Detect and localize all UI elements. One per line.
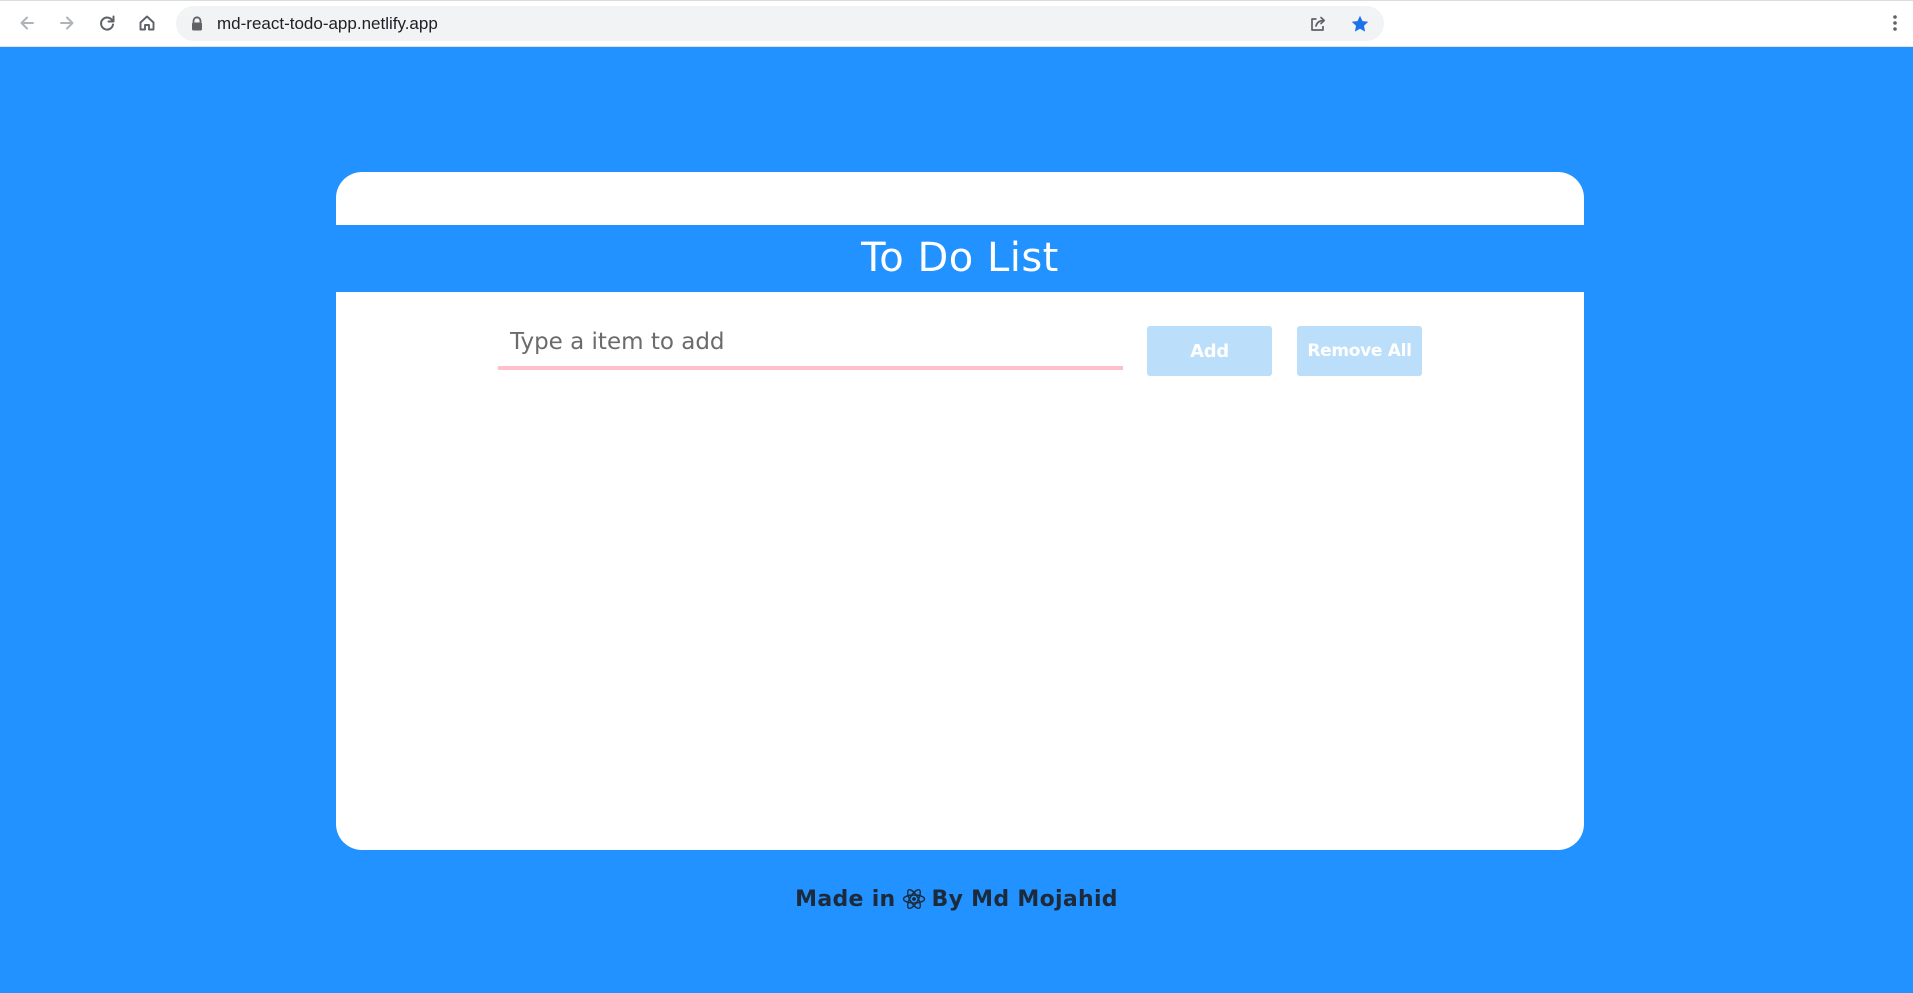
address-bar[interactable]: md-react-todo-app.netlify.app bbox=[176, 6, 1384, 41]
footer: Made in By Md Mojahid bbox=[0, 883, 1913, 915]
arrow-right-icon bbox=[60, 16, 74, 30]
lock-icon[interactable] bbox=[190, 16, 204, 32]
home-button[interactable] bbox=[132, 8, 162, 38]
todo-item-input[interactable] bbox=[498, 321, 1123, 370]
arrow-left-icon bbox=[20, 16, 34, 30]
share-icon[interactable] bbox=[1308, 14, 1328, 34]
tab-strip-edge bbox=[0, 0, 1913, 1]
forward-button[interactable] bbox=[52, 8, 82, 38]
kebab-menu-icon bbox=[1893, 15, 1897, 31]
reload-icon bbox=[100, 15, 115, 31]
browser-toolbar: md-react-todo-app.netlify.app bbox=[0, 0, 1913, 47]
url-text[interactable]: md-react-todo-app.netlify.app bbox=[217, 6, 438, 41]
page-title: To Do List bbox=[861, 235, 1059, 281]
back-button[interactable] bbox=[12, 8, 42, 38]
title-bar: To Do List bbox=[336, 225, 1584, 292]
add-button[interactable]: Add bbox=[1147, 326, 1272, 376]
footer-author: By Md Mojahid bbox=[931, 886, 1118, 912]
page-background: To Do List Add Remove All Made in By Md … bbox=[0, 47, 1913, 993]
home-icon bbox=[139, 15, 155, 31]
reload-button[interactable] bbox=[92, 8, 122, 38]
star-icon[interactable] bbox=[1350, 14, 1370, 34]
todo-card: To Do List Add Remove All bbox=[336, 172, 1584, 850]
footer-made-in: Made in bbox=[795, 886, 896, 912]
react-atom-icon bbox=[902, 888, 926, 910]
browser-menu-button[interactable] bbox=[1880, 8, 1910, 38]
remove-all-button[interactable]: Remove All bbox=[1297, 326, 1422, 376]
